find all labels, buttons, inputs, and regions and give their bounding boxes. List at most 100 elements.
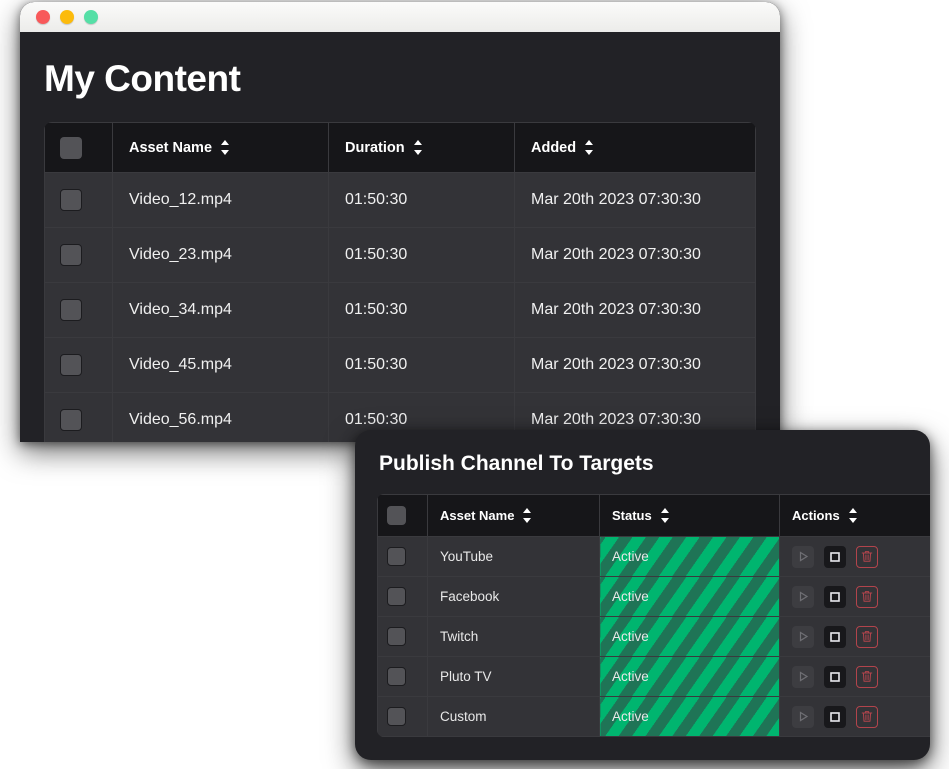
publish-table-container: Asset Name Status Actions YouTube Active… bbox=[377, 494, 930, 737]
cell-added: Mar 20th 2023 07:30:30 bbox=[514, 337, 756, 393]
stop-button[interactable] bbox=[824, 665, 846, 688]
row-checkbox[interactable] bbox=[59, 354, 82, 376]
row-select-cell bbox=[377, 576, 428, 617]
cell-status: Active bbox=[599, 576, 780, 617]
row-select-cell bbox=[44, 172, 113, 228]
minimize-window-button[interactable] bbox=[60, 10, 74, 24]
delete-button[interactable] bbox=[856, 625, 878, 648]
delete-button[interactable] bbox=[856, 545, 878, 568]
cell-actions bbox=[779, 616, 930, 657]
column-header-status[interactable]: Status bbox=[599, 494, 780, 537]
sort-icon[interactable] bbox=[660, 508, 670, 523]
column-label-added: Added bbox=[531, 139, 577, 156]
row-select-cell bbox=[44, 282, 113, 338]
content-table-body: Video_12.mp4 01:50:30 Mar 20th 2023 07:3… bbox=[44, 172, 756, 442]
row-checkbox[interactable] bbox=[387, 587, 406, 606]
table-row[interactable]: Facebook Active bbox=[377, 576, 930, 617]
cell-actions bbox=[779, 576, 930, 617]
cell-duration: 01:50:30 bbox=[328, 227, 515, 283]
publish-channel-panel: Publish Channel To Targets Asset Name St… bbox=[355, 430, 930, 760]
stop-button[interactable] bbox=[824, 625, 846, 648]
close-window-button[interactable] bbox=[36, 10, 50, 24]
column-header-added[interactable]: Added bbox=[514, 122, 756, 173]
row-checkbox[interactable] bbox=[59, 189, 82, 211]
cell-asset-name: Facebook bbox=[427, 576, 600, 617]
table-row[interactable]: Video_34.mp4 01:50:30 Mar 20th 2023 07:3… bbox=[44, 282, 756, 338]
row-checkbox[interactable] bbox=[59, 244, 82, 266]
cell-duration: 01:50:30 bbox=[328, 337, 515, 393]
row-checkbox[interactable] bbox=[387, 547, 406, 566]
column-header-asset-name[interactable]: Asset Name bbox=[112, 122, 329, 173]
table-row[interactable]: Custom Active bbox=[377, 696, 930, 737]
row-select-cell bbox=[377, 536, 428, 577]
table-row[interactable]: Video_23.mp4 01:50:30 Mar 20th 2023 07:3… bbox=[44, 227, 756, 283]
sort-icon[interactable] bbox=[413, 140, 423, 155]
cell-added: Mar 20th 2023 07:30:30 bbox=[514, 282, 756, 338]
sort-icon[interactable] bbox=[523, 508, 532, 523]
column-header-actions[interactable]: Actions bbox=[779, 494, 930, 537]
play-button[interactable] bbox=[792, 625, 814, 648]
table-row[interactable]: Video_12.mp4 01:50:30 Mar 20th 2023 07:3… bbox=[44, 172, 756, 228]
cell-actions bbox=[779, 696, 930, 737]
cell-asset-name: Pluto TV bbox=[427, 656, 600, 697]
window-titlebar bbox=[20, 2, 780, 32]
cell-actions bbox=[779, 656, 930, 697]
cell-asset-name: Video_34.mp4 bbox=[112, 282, 329, 338]
cell-status: Active bbox=[599, 656, 780, 697]
row-checkbox[interactable] bbox=[59, 299, 82, 321]
screenshot-root: My Content Asset Name Duration Added Vid… bbox=[0, 0, 949, 769]
table-row[interactable]: Twitch Active bbox=[377, 616, 930, 657]
cell-asset-name: Video_45.mp4 bbox=[112, 337, 329, 393]
cell-asset-name: YouTube bbox=[427, 536, 600, 577]
column-header-asset-name[interactable]: Asset Name bbox=[427, 494, 600, 537]
delete-button[interactable] bbox=[856, 705, 878, 728]
play-button[interactable] bbox=[792, 665, 814, 688]
column-label-asset-name: Asset Name bbox=[440, 508, 515, 523]
row-select-cell bbox=[44, 392, 113, 442]
maximize-window-button[interactable] bbox=[84, 10, 98, 24]
cell-status: Active bbox=[599, 616, 780, 657]
cell-asset-name: Video_23.mp4 bbox=[112, 227, 329, 283]
stop-button[interactable] bbox=[824, 705, 846, 728]
select-all-header bbox=[377, 494, 428, 537]
row-select-cell bbox=[377, 616, 428, 657]
publish-table-header-row: Asset Name Status Actions bbox=[377, 494, 930, 537]
cell-added: Mar 20th 2023 07:30:30 bbox=[514, 227, 756, 283]
play-button[interactable] bbox=[792, 705, 814, 728]
row-select-cell bbox=[377, 696, 428, 737]
table-row[interactable]: Video_45.mp4 01:50:30 Mar 20th 2023 07:3… bbox=[44, 337, 756, 393]
table-row[interactable]: Pluto TV Active bbox=[377, 656, 930, 697]
play-button[interactable] bbox=[792, 545, 814, 568]
row-checkbox[interactable] bbox=[387, 667, 406, 686]
publish-table-body: YouTube Active Facebook Active Twitch Ac… bbox=[377, 536, 930, 737]
window-body: My Content Asset Name Duration Added Vid… bbox=[20, 32, 780, 442]
select-all-checkbox[interactable] bbox=[59, 136, 82, 159]
cell-asset-name: Video_56.mp4 bbox=[112, 392, 329, 442]
row-select-cell bbox=[377, 656, 428, 697]
cell-added: Mar 20th 2023 07:30:30 bbox=[514, 172, 756, 228]
sort-icon[interactable] bbox=[585, 140, 594, 155]
row-checkbox[interactable] bbox=[387, 627, 406, 646]
sort-icon[interactable] bbox=[848, 508, 858, 523]
column-label-status: Status bbox=[612, 508, 652, 523]
cell-status: Active bbox=[599, 696, 780, 737]
cell-actions bbox=[779, 536, 930, 577]
select-all-checkbox[interactable] bbox=[387, 506, 406, 525]
page-title: My Content bbox=[44, 58, 241, 99]
delete-button[interactable] bbox=[856, 665, 878, 688]
column-label-asset-name: Asset Name bbox=[129, 139, 213, 156]
sort-icon[interactable] bbox=[221, 140, 230, 155]
content-table: Asset Name Duration Added Video_12.mp4 0… bbox=[44, 122, 756, 442]
stop-button[interactable] bbox=[824, 585, 846, 608]
row-select-cell bbox=[44, 337, 113, 393]
column-label-duration: Duration bbox=[345, 139, 405, 156]
play-button[interactable] bbox=[792, 585, 814, 608]
content-table-container: Asset Name Duration Added Video_12.mp4 0… bbox=[44, 122, 756, 442]
stop-button[interactable] bbox=[824, 545, 846, 568]
cell-duration: 01:50:30 bbox=[328, 172, 515, 228]
column-header-duration[interactable]: Duration bbox=[328, 122, 515, 173]
row-checkbox[interactable] bbox=[59, 409, 82, 431]
delete-button[interactable] bbox=[856, 585, 878, 608]
row-checkbox[interactable] bbox=[387, 707, 406, 726]
table-row[interactable]: YouTube Active bbox=[377, 536, 930, 577]
